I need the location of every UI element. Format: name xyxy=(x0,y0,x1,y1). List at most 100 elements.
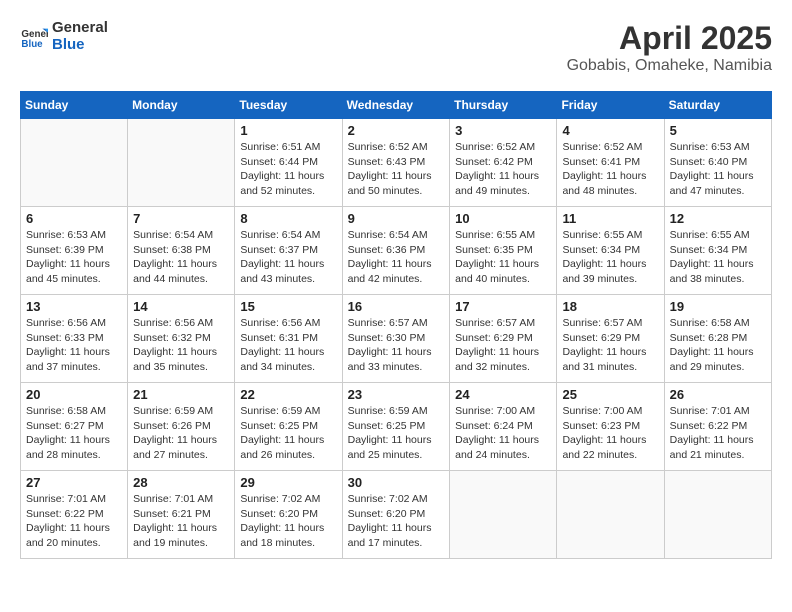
day-header-tuesday: Tuesday xyxy=(235,92,342,119)
day-info: Sunrise: 6:56 AM Sunset: 6:33 PM Dayligh… xyxy=(26,316,122,375)
day-header-friday: Friday xyxy=(557,92,664,119)
day-info: Sunrise: 6:52 AM Sunset: 6:41 PM Dayligh… xyxy=(562,140,658,199)
calendar-cell xyxy=(557,471,664,559)
day-number: 19 xyxy=(670,299,766,314)
day-info: Sunrise: 6:58 AM Sunset: 6:27 PM Dayligh… xyxy=(26,404,122,463)
day-number: 30 xyxy=(348,475,445,490)
day-info: Sunrise: 6:55 AM Sunset: 6:34 PM Dayligh… xyxy=(562,228,658,287)
calendar-cell: 28Sunrise: 7:01 AM Sunset: 6:21 PM Dayli… xyxy=(128,471,235,559)
day-info: Sunrise: 6:57 AM Sunset: 6:29 PM Dayligh… xyxy=(455,316,551,375)
calendar-cell: 16 Sunrise: 6:57 AM Sunset: 6:30 PM Dayli… xyxy=(342,295,450,383)
calendar-cell: 13Sunrise: 6:56 AM Sunset: 6:33 PM Dayli… xyxy=(21,295,128,383)
calendar-cell: 5 Sunrise: 6:53 AM Sunset: 6:40 PM Daylig… xyxy=(664,119,771,207)
day-number: 11 xyxy=(562,211,658,226)
day-info: Sunrise: 7:02 AM Sunset: 6:20 PM Dayligh… xyxy=(348,492,445,551)
day-number: 1 xyxy=(240,123,336,138)
calendar-cell: 29 Sunrise: 7:02 AM Sunset: 6:20 PM Dayli… xyxy=(235,471,342,559)
calendar-cell: 11 Sunrise: 6:55 AM Sunset: 6:34 PM Dayli… xyxy=(557,207,664,295)
day-info: Sunrise: 6:56 AM Sunset: 6:32 PM Dayligh… xyxy=(133,316,229,375)
day-info: Sunrise: 6:54 AM Sunset: 6:37 PM Dayligh… xyxy=(240,228,336,287)
calendar-week-4: 20 Sunrise: 6:58 AM Sunset: 6:27 PM Dayli… xyxy=(21,383,772,471)
calendar-cell: 14 Sunrise: 6:56 AM Sunset: 6:32 PM Dayli… xyxy=(128,295,235,383)
day-number: 7 xyxy=(133,211,229,226)
calendar-cell: 21Sunrise: 6:59 AM Sunset: 6:26 PM Dayli… xyxy=(128,383,235,471)
day-info: Sunrise: 6:59 AM Sunset: 6:25 PM Dayligh… xyxy=(240,404,336,463)
day-number: 2 xyxy=(348,123,445,138)
day-number: 5 xyxy=(670,123,766,138)
calendar-cell: 25Sunrise: 7:00 AM Sunset: 6:23 PM Dayli… xyxy=(557,383,664,471)
calendar-cell: 9Sunrise: 6:54 AM Sunset: 6:36 PM Daylig… xyxy=(342,207,450,295)
day-number: 23 xyxy=(348,387,445,402)
day-info: Sunrise: 6:55 AM Sunset: 6:34 PM Dayligh… xyxy=(670,228,766,287)
day-number: 12 xyxy=(670,211,766,226)
day-number: 16 xyxy=(348,299,445,314)
calendar-cell: 3 Sunrise: 6:52 AM Sunset: 6:42 PM Daylig… xyxy=(450,119,557,207)
day-info: Sunrise: 6:55 AM Sunset: 6:35 PM Dayligh… xyxy=(455,228,551,287)
calendar-week-3: 13Sunrise: 6:56 AM Sunset: 6:33 PM Dayli… xyxy=(21,295,772,383)
day-number: 3 xyxy=(455,123,551,138)
calendar-cell: 2 Sunrise: 6:52 AM Sunset: 6:43 PM Daylig… xyxy=(342,119,450,207)
calendar-cell xyxy=(450,471,557,559)
day-header-sunday: Sunday xyxy=(21,92,128,119)
day-number: 14 xyxy=(133,299,229,314)
day-info: Sunrise: 6:57 AM Sunset: 6:29 PM Dayligh… xyxy=(562,316,658,375)
day-number: 22 xyxy=(240,387,336,402)
day-info: Sunrise: 6:53 AM Sunset: 6:39 PM Dayligh… xyxy=(26,228,122,287)
calendar: SundayMondayTuesdayWednesdayThursdayFrid… xyxy=(20,91,772,559)
day-info: Sunrise: 6:59 AM Sunset: 6:25 PM Dayligh… xyxy=(348,404,445,463)
calendar-cell xyxy=(664,471,771,559)
day-info: Sunrise: 6:52 AM Sunset: 6:42 PM Dayligh… xyxy=(455,140,551,199)
calendar-cell xyxy=(21,119,128,207)
day-number: 8 xyxy=(240,211,336,226)
day-number: 18 xyxy=(562,299,658,314)
day-info: Sunrise: 6:59 AM Sunset: 6:26 PM Dayligh… xyxy=(133,404,229,463)
day-info: Sunrise: 7:02 AM Sunset: 6:20 PM Dayligh… xyxy=(240,492,336,551)
calendar-header-row: SundayMondayTuesdayWednesdayThursdayFrid… xyxy=(21,92,772,119)
calendar-cell: 22 Sunrise: 6:59 AM Sunset: 6:25 PM Dayli… xyxy=(235,383,342,471)
calendar-cell: 19 Sunrise: 6:58 AM Sunset: 6:28 PM Dayli… xyxy=(664,295,771,383)
svg-text:Blue: Blue xyxy=(21,38,43,49)
day-info: Sunrise: 7:01 AM Sunset: 6:22 PM Dayligh… xyxy=(26,492,122,551)
calendar-cell: 18 Sunrise: 6:57 AM Sunset: 6:29 PM Dayli… xyxy=(557,295,664,383)
day-info: Sunrise: 6:51 AM Sunset: 6:44 PM Dayligh… xyxy=(240,140,336,199)
logo-icon: General Blue xyxy=(20,23,48,51)
calendar-cell: 15Sunrise: 6:56 AM Sunset: 6:31 PM Dayli… xyxy=(235,295,342,383)
day-info: Sunrise: 6:52 AM Sunset: 6:43 PM Dayligh… xyxy=(348,140,445,199)
calendar-cell: 20 Sunrise: 6:58 AM Sunset: 6:27 PM Dayli… xyxy=(21,383,128,471)
day-number: 20 xyxy=(26,387,122,402)
logo-line1: General xyxy=(52,20,108,37)
calendar-cell: 27 Sunrise: 7:01 AM Sunset: 6:22 PM Dayli… xyxy=(21,471,128,559)
day-number: 10 xyxy=(455,211,551,226)
day-header-monday: Monday xyxy=(128,92,235,119)
location-subtitle: Gobabis, Omaheke, Namibia xyxy=(567,57,772,75)
calendar-cell: 24Sunrise: 7:00 AM Sunset: 6:24 PM Dayli… xyxy=(450,383,557,471)
calendar-cell: 8 Sunrise: 6:54 AM Sunset: 6:37 PM Daylig… xyxy=(235,207,342,295)
logo-line2: Blue xyxy=(52,37,108,54)
day-number: 28 xyxy=(133,475,229,490)
calendar-week-2: 6Sunrise: 6:53 AM Sunset: 6:39 PM Daylig… xyxy=(21,207,772,295)
day-number: 27 xyxy=(26,475,122,490)
calendar-cell: 10 Sunrise: 6:55 AM Sunset: 6:35 PM Dayli… xyxy=(450,207,557,295)
calendar-cell: 4Sunrise: 6:52 AM Sunset: 6:41 PM Daylig… xyxy=(557,119,664,207)
calendar-cell xyxy=(128,119,235,207)
day-number: 29 xyxy=(240,475,336,490)
day-info: Sunrise: 6:58 AM Sunset: 6:28 PM Dayligh… xyxy=(670,316,766,375)
calendar-week-5: 27 Sunrise: 7:01 AM Sunset: 6:22 PM Dayli… xyxy=(21,471,772,559)
day-info: Sunrise: 6:57 AM Sunset: 6:30 PM Dayligh… xyxy=(348,316,445,375)
calendar-cell: 17Sunrise: 6:57 AM Sunset: 6:29 PM Dayli… xyxy=(450,295,557,383)
calendar-cell: 23 Sunrise: 6:59 AM Sunset: 6:25 PM Dayli… xyxy=(342,383,450,471)
day-number: 15 xyxy=(240,299,336,314)
day-header-saturday: Saturday xyxy=(664,92,771,119)
day-number: 9 xyxy=(348,211,445,226)
day-info: Sunrise: 6:53 AM Sunset: 6:40 PM Dayligh… xyxy=(670,140,766,199)
day-header-thursday: Thursday xyxy=(450,92,557,119)
month-title: April 2025 xyxy=(567,20,772,57)
calendar-week-1: 1 Sunrise: 6:51 AM Sunset: 6:44 PM Daylig… xyxy=(21,119,772,207)
day-number: 24 xyxy=(455,387,551,402)
day-number: 26 xyxy=(670,387,766,402)
day-info: Sunrise: 7:00 AM Sunset: 6:23 PM Dayligh… xyxy=(562,404,658,463)
calendar-cell: 7 Sunrise: 6:54 AM Sunset: 6:38 PM Daylig… xyxy=(128,207,235,295)
header: General Blue General Blue April 2025 Gob… xyxy=(20,20,772,75)
day-info: Sunrise: 6:54 AM Sunset: 6:38 PM Dayligh… xyxy=(133,228,229,287)
calendar-cell: 30 Sunrise: 7:02 AM Sunset: 6:20 PM Dayli… xyxy=(342,471,450,559)
